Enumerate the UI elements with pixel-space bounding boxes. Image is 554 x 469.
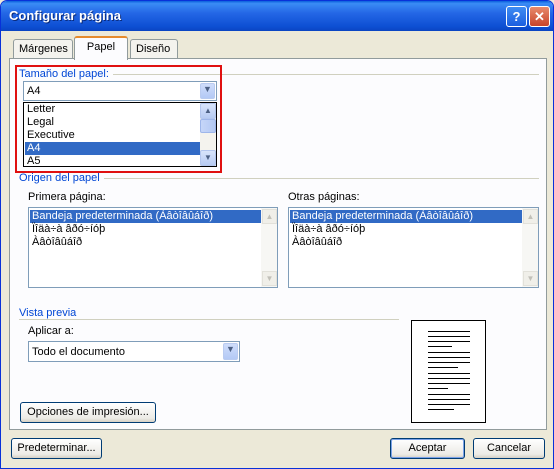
tab-paper[interactable]: Papel bbox=[74, 36, 128, 60]
title-bar: Configurar página ? ✕ bbox=[1, 1, 553, 31]
set-default-label: Predeterminar... bbox=[17, 442, 96, 454]
page-preview bbox=[411, 320, 486, 423]
close-icon: ✕ bbox=[534, 9, 545, 24]
other-pages-label: Otras páginas: bbox=[288, 191, 360, 203]
help-icon: ? bbox=[512, 9, 521, 24]
other-pages-scrollbar: ▲ ▼ bbox=[522, 208, 538, 287]
apply-to-combo[interactable]: Todo el documento ▼ bbox=[28, 341, 240, 362]
apply-to-value: Todo el documento bbox=[32, 346, 125, 358]
print-options-label: Opciones de impresión... bbox=[27, 406, 149, 418]
chevron-down-icon[interactable]: ▼ bbox=[223, 343, 238, 360]
set-default-button[interactable]: Predeterminar... bbox=[11, 438, 102, 459]
tab-paper-label: Papel bbox=[86, 41, 116, 53]
other-pages-item[interactable]: Àâòîâûáîð bbox=[290, 236, 342, 249]
preview-label: Vista previa bbox=[19, 307, 81, 319]
first-page-item[interactable]: Àâòîâûáîð bbox=[30, 236, 82, 249]
first-page-list[interactable]: Bandeja predeterminada (Àâòîâûáîð) Ïîäà÷… bbox=[28, 207, 278, 288]
other-pages-item[interactable]: Ïîäà÷à âðó÷íóþ bbox=[290, 223, 365, 236]
print-options-button[interactable]: Opciones de impresión... bbox=[20, 402, 156, 423]
preview-divider bbox=[19, 319, 399, 320]
cancel-label: Cancelar bbox=[486, 442, 532, 454]
scroll-up-icon: ▲ bbox=[523, 209, 538, 224]
first-page-label: Primera página: bbox=[28, 191, 106, 203]
first-page-item[interactable]: Ïîäà÷à âðó÷íóþ bbox=[30, 223, 105, 236]
scroll-up-icon: ▲ bbox=[262, 209, 277, 224]
help-button[interactable]: ? bbox=[506, 6, 527, 27]
tab-layout[interactable]: Diseño bbox=[130, 39, 178, 59]
tab-margins[interactable]: Márgenes bbox=[13, 39, 73, 59]
other-pages-list[interactable]: Bandeja predeterminada (Àâòîâûáîð) Ïîäà÷… bbox=[288, 207, 539, 288]
ok-button[interactable]: Aceptar bbox=[390, 438, 465, 459]
ok-label: Aceptar bbox=[408, 442, 447, 454]
cancel-button[interactable]: Cancelar bbox=[473, 438, 545, 459]
tab-margins-label: Márgenes bbox=[19, 43, 68, 55]
scroll-down-icon: ▼ bbox=[523, 271, 538, 286]
paper-source-label: Origen del papel bbox=[19, 172, 104, 184]
tab-layout-label: Diseño bbox=[136, 43, 171, 55]
window-title: Configurar página bbox=[9, 8, 121, 23]
scroll-down-icon: ▼ bbox=[262, 271, 277, 286]
apply-to-label: Aplicar a: bbox=[28, 325, 74, 337]
first-page-scrollbar: ▲ ▼ bbox=[261, 208, 277, 287]
highlight-annotation bbox=[15, 65, 222, 173]
other-pages-item-selected[interactable]: Bandeja predeterminada (Àâòîâûáîð) bbox=[290, 210, 522, 223]
close-button[interactable]: ✕ bbox=[529, 6, 550, 27]
first-page-item-selected[interactable]: Bandeja predeterminada (Àâòîâûáîð) bbox=[30, 210, 261, 223]
page-setup-dialog: Configurar página ? ✕ Márgenes Papel Dis… bbox=[0, 0, 554, 469]
